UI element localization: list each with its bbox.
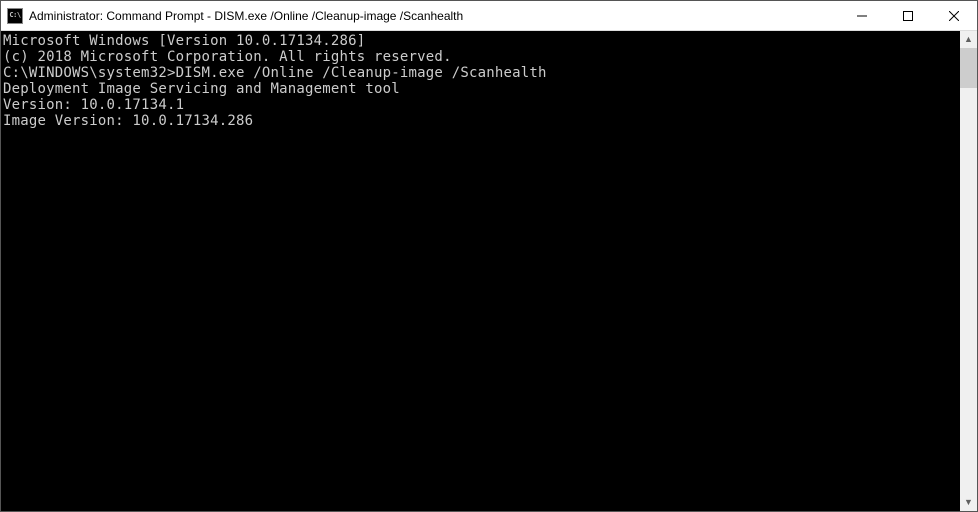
scroll-track[interactable] bbox=[960, 48, 977, 494]
window-controls bbox=[839, 1, 977, 30]
vertical-scrollbar[interactable]: ▲ ▼ bbox=[960, 31, 977, 511]
command-prompt-window: C:\ Administrator: Command Prompt - DISM… bbox=[0, 0, 978, 512]
client-area: Microsoft Windows [Version 10.0.17134.28… bbox=[1, 31, 977, 511]
minimize-icon bbox=[857, 11, 867, 21]
prompt-line: C:\WINDOWS\system32>DISM.exe /Online /Cl… bbox=[3, 65, 960, 81]
close-icon bbox=[949, 11, 959, 21]
minimize-button[interactable] bbox=[839, 1, 885, 30]
output-line: Microsoft Windows [Version 10.0.17134.28… bbox=[3, 33, 960, 49]
app-icon: C:\ bbox=[7, 8, 23, 24]
output-line: Deployment Image Servicing and Managemen… bbox=[3, 81, 960, 97]
scroll-thumb[interactable] bbox=[960, 48, 977, 88]
titlebar[interactable]: C:\ Administrator: Command Prompt - DISM… bbox=[1, 1, 977, 31]
window-title: Administrator: Command Prompt - DISM.exe… bbox=[29, 9, 839, 23]
scroll-up-button[interactable]: ▲ bbox=[960, 31, 977, 48]
maximize-icon bbox=[903, 11, 913, 21]
chevron-down-icon: ▼ bbox=[964, 498, 973, 507]
terminal-output[interactable]: Microsoft Windows [Version 10.0.17134.28… bbox=[1, 31, 960, 511]
output-line: Version: 10.0.17134.1 bbox=[3, 97, 960, 113]
chevron-up-icon: ▲ bbox=[964, 35, 973, 44]
close-button[interactable] bbox=[931, 1, 977, 30]
maximize-button[interactable] bbox=[885, 1, 931, 30]
output-line: (c) 2018 Microsoft Corporation. All righ… bbox=[3, 49, 960, 65]
scroll-down-button[interactable]: ▼ bbox=[960, 494, 977, 511]
app-icon-label: C:\ bbox=[9, 12, 20, 19]
output-line: Image Version: 10.0.17134.286 bbox=[3, 113, 960, 129]
